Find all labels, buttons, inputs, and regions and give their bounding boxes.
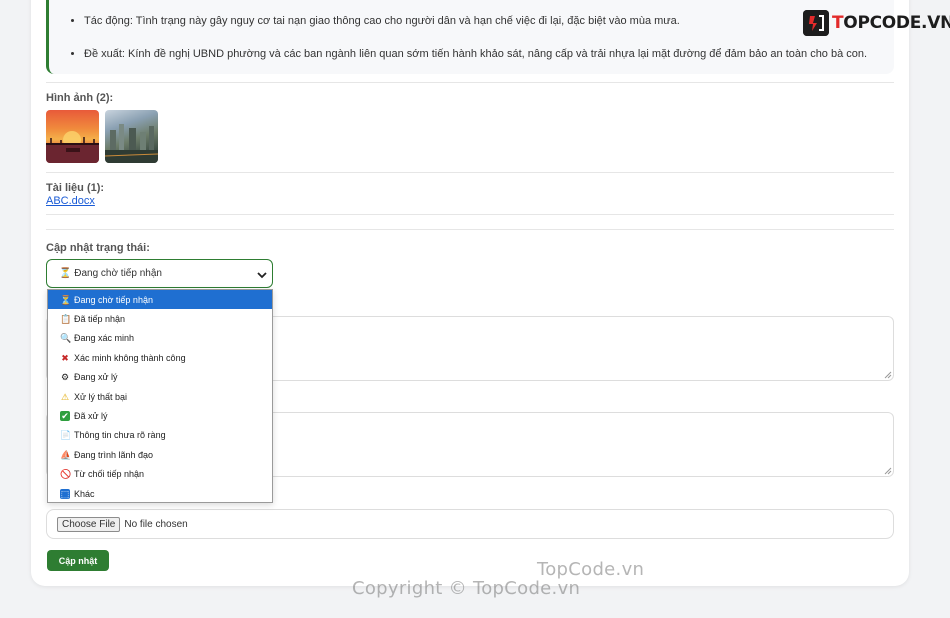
hourglass-icon: ⏳: [60, 294, 72, 305]
document-link-abc[interactable]: ABC.docx: [46, 195, 95, 207]
logo-text-initial: T: [832, 13, 844, 33]
watermark-brand: TopCode.vn: [537, 559, 645, 580]
documents-label: Tài liệu (1):: [46, 182, 105, 194]
status-option-label: Từ chối tiếp nhận: [74, 469, 145, 480]
status-option-verify-failed[interactable]: ✖ Xác minh không thành công: [48, 348, 272, 367]
status-option-rejected[interactable]: 🚫 Từ chối tiếp nhận: [48, 465, 272, 484]
status-option-processing[interactable]: ⚙ Đang xử lý: [48, 368, 272, 387]
image-thumbnail-city[interactable]: [105, 110, 158, 163]
topcode-logo-icon: [803, 10, 829, 36]
status-select[interactable]: ⏳ Đang chờ tiếp nhận: [46, 259, 273, 288]
report-items-list: Tác động: Tình trạng này gây nguy cơ tai…: [49, 0, 894, 61]
report-summary-box: Tác động: Tình trạng này gây nguy cơ tai…: [46, 0, 894, 74]
boat-icon: ⛵: [60, 449, 72, 460]
status-option-done[interactable]: ✔ Đã xử lý: [48, 406, 272, 425]
status-option-verifying[interactable]: 🔍 Đang xác minh: [48, 329, 272, 348]
divider: [46, 172, 894, 173]
logo-text-rest: OPCODE.VN: [843, 13, 950, 33]
status-option-pending[interactable]: ⏳ Đang chờ tiếp nhận: [48, 290, 272, 310]
topcode-logo-text: TOPCODE.VN: [832, 13, 950, 33]
warning-icon: ⚠: [60, 391, 70, 402]
file-input[interactable]: Choose File No file chosen: [46, 509, 894, 539]
prohibited-icon: 🚫: [60, 469, 72, 480]
divider: [46, 229, 894, 230]
report-item-impact: Tác động: Tình trạng này gây nguy cơ tai…: [84, 14, 894, 28]
divider: [46, 214, 894, 215]
status-option-label: Đang chờ tiếp nhận: [74, 294, 153, 305]
update-button[interactable]: Cập nhật: [47, 550, 109, 571]
status-option-label: Đã tiếp nhận: [74, 314, 126, 325]
resize-handle-icon[interactable]: [884, 467, 892, 475]
status-option-label: Xác minh không thành công: [74, 352, 186, 363]
images-label: Hình ảnh (2):: [46, 92, 114, 104]
status-option-unclear[interactable]: 📄 Thông tin chưa rõ ràng: [48, 426, 272, 445]
status-option-other[interactable]: ⬚ Khác: [48, 484, 272, 503]
chevron-down-icon: [257, 272, 267, 279]
magnifier-icon: 🔍: [60, 333, 72, 344]
image-thumbnail-sunset[interactable]: [46, 110, 99, 163]
resize-handle-icon[interactable]: [884, 371, 892, 379]
status-option-label: Xử lý thất bại: [74, 391, 128, 402]
cross-icon: ✖: [61, 352, 69, 363]
status-option-label: Đang trình lãnh đạo: [74, 449, 154, 460]
document-icon: 📄: [60, 430, 72, 441]
status-option-submitted-leadership[interactable]: ⛵ Đang trình lãnh đạo: [48, 445, 272, 464]
status-label: Cập nhật trạng thái:: [46, 242, 150, 254]
status-option-label: Đang xử lý: [74, 372, 118, 383]
gear-icon: ⚙: [60, 372, 70, 383]
check-icon: ✔: [60, 411, 70, 422]
other-icon: ⬚: [60, 488, 70, 499]
status-option-label: Đã xử lý: [74, 411, 108, 422]
status-option-label: Thông tin chưa rõ ràng: [74, 430, 166, 441]
clipboard-icon: 📋: [60, 314, 72, 325]
report-item-proposal: Đề xuất: Kính đề nghị UBND phường và các…: [84, 47, 894, 61]
topcode-logo: TOPCODE.VN: [803, 10, 950, 36]
status-dropdown-list[interactable]: ⏳ Đang chờ tiếp nhận 📋 Đã tiếp nhận 🔍 Đang …: [47, 289, 273, 503]
watermark-copyright: Copyright © TopCode.vn: [352, 578, 581, 599]
choose-file-button[interactable]: Choose File: [57, 516, 121, 532]
status-option-received[interactable]: 📋 Đã tiếp nhận: [48, 309, 272, 328]
file-input-status: No file chosen: [124, 518, 188, 530]
status-option-label: Đang xác minh: [74, 333, 135, 344]
status-select-value: ⏳ Đang chờ tiếp nhận: [59, 268, 162, 279]
divider: [46, 82, 894, 83]
status-option-process-failed[interactable]: ⚠ Xử lý thất bại: [48, 387, 272, 406]
status-option-label: Khác: [74, 488, 95, 499]
